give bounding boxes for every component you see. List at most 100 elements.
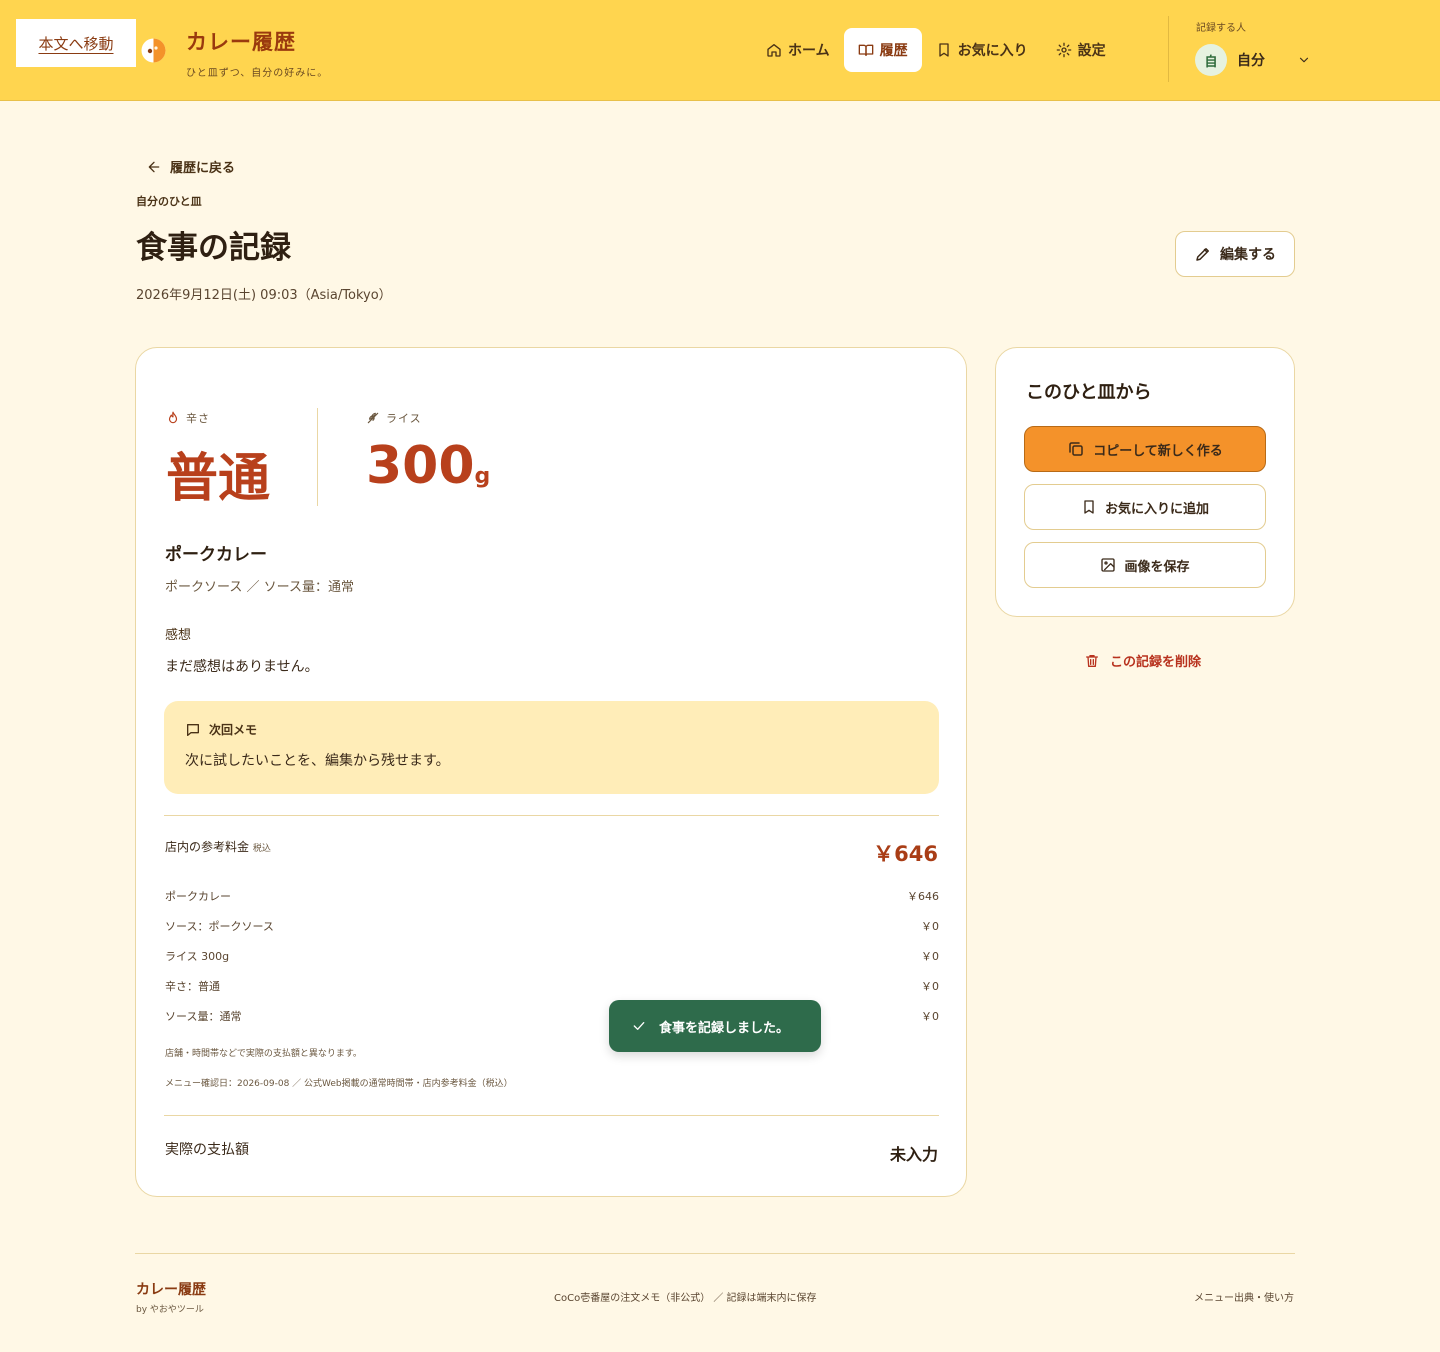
footer-divider (135, 1253, 1295, 1254)
curry-logo-icon (141, 38, 166, 63)
nav-item-history[interactable]: 履歴 (843, 28, 922, 72)
menu-name: ポークカレー (165, 545, 267, 565)
page-eyebrow: 自分のひと皿 (136, 195, 202, 208)
price-row: ライス 300g ￥0 (165, 948, 939, 964)
delete-record-label: この記録を削除 (1110, 655, 1202, 670)
next-memo-box: 次回メモ 次に試したいことを、編集から残せます。 (164, 701, 939, 794)
footer-by: by やおやツール (136, 1305, 204, 1315)
recorder-select[interactable]: 自 自分 (1195, 44, 1311, 76)
wheat-icon (367, 412, 379, 424)
delete-record-link[interactable]: この記録を削除 (1084, 651, 1201, 670)
tax-included-tag: 税込 (252, 844, 271, 854)
reference-price-label-text: 店内の参考料金 (165, 840, 250, 854)
nav-item-favorites[interactable]: お気に入り (922, 28, 1042, 72)
pencil-icon (1196, 248, 1209, 261)
footer-note: CoCo壱番屋の注文メモ（非公式） ／ 記録は端末内に保存 (554, 1293, 817, 1304)
nav-item-label: ホーム (788, 43, 830, 59)
price-row-price: ￥0 (921, 1010, 939, 1023)
image-save-icon (1101, 558, 1116, 572)
add-favorite-label: お気に入りに追加 (1104, 500, 1209, 516)
price-row-name: ポークカレー (165, 890, 231, 903)
spice-label-text: 辛さ (186, 412, 210, 425)
main-nav: ホーム 履歴 お気に入り 設定 (752, 28, 1120, 72)
menu-detail: ポークソース ／ ソース量：通常 (165, 580, 354, 595)
price-disclaimer: 店舗・時間帯などで実際の支払額と異なります。 (165, 1049, 362, 1059)
page-title: 食事の記録 (136, 230, 291, 266)
bookmark-icon (938, 43, 949, 57)
memo-label: 次回メモ (185, 721, 257, 738)
divider (164, 1115, 939, 1116)
record-card: 辛さ 普通 ライス 300g ポークカレー ポークソース ／ ソース量：通常 感… (135, 347, 967, 1197)
arrow-left-icon (148, 161, 160, 172)
memo-label-text: 次回メモ (209, 723, 258, 737)
avatar: 自 (1195, 44, 1227, 76)
gear-icon (1056, 42, 1071, 58)
chevron-down-icon (1299, 57, 1309, 63)
back-link-label: 履歴に戻る (170, 161, 236, 176)
price-row-price: ￥0 (921, 980, 939, 993)
price-row: 辛さ：普通 ￥0 (165, 978, 939, 994)
skip-to-content-link[interactable]: 本文へ移動 (16, 19, 136, 67)
rice-unit: g (474, 464, 491, 489)
memo-text: 次に試したいことを、編集から残せます。 (185, 753, 450, 769)
nav-item-label: 設定 (1077, 43, 1106, 59)
impression-label: 感想 (165, 628, 192, 643)
save-image-label: 画像を保存 (1124, 558, 1190, 574)
price-row: ソース：ポークソース ￥0 (165, 918, 939, 934)
copy-icon (1069, 442, 1083, 456)
header-divider (1168, 16, 1169, 82)
edit-button[interactable]: 編集する (1175, 231, 1295, 277)
book-icon (858, 44, 873, 56)
save-image-button[interactable]: 画像を保存 (1024, 542, 1266, 588)
menu-source-link[interactable]: メニュー出典・使い方 (1194, 1289, 1294, 1304)
divider (164, 815, 939, 816)
spice-value: 普通 (166, 449, 271, 509)
actions-title: このひと皿から (1026, 382, 1152, 403)
actual-paid-label: 実際の支払額 (165, 1142, 249, 1158)
app-header: 本文へ移動 カレー履歴 ひと皿ずつ、自分の好みに。 ホーム 履歴 お気に入り 設… (0, 0, 1440, 101)
nav-item-label: 履歴 (879, 43, 908, 59)
menu-verification-note: メニュー確認日：2026-09-08 ／ 公式Web掲載の通常時間帯・店内参考料… (165, 1079, 513, 1089)
reference-price-label: 店内の参考料金 税込 (165, 838, 271, 855)
record-datetime: 2026年9月12日(土) 09:03（Asia/Tokyo） (136, 288, 392, 303)
rice-label: ライス (366, 410, 422, 426)
chat-bubble-icon (187, 723, 199, 736)
brand-tagline: ひと皿ずつ、自分の好みに。 (186, 68, 329, 79)
recorder-label: 記録する人 (1196, 23, 1246, 34)
home-icon (767, 44, 781, 57)
price-row-price: ￥646 (907, 890, 939, 903)
reference-price-total: ￥646 (873, 842, 938, 866)
nav-item-home[interactable]: ホーム (752, 28, 844, 72)
impression-text: まだ感想はありません。 (165, 659, 319, 675)
nav-item-settings[interactable]: 設定 (1042, 28, 1120, 72)
stat-divider (317, 408, 318, 506)
flame-icon (168, 411, 178, 424)
rice-amount: 300 (366, 436, 475, 496)
price-row-name: 辛さ：普通 (165, 980, 220, 993)
copy-new-label: コピーして新しく作る (1093, 442, 1223, 458)
actual-paid-value: 未入力 (889, 1145, 938, 1164)
recorder-name: 自分 (1237, 53, 1265, 69)
back-to-history-link[interactable]: 履歴に戻る (146, 157, 235, 176)
success-toast: 食事を記録しました。 (609, 1000, 821, 1052)
toast-message: 食事を記録しました。 (659, 1020, 790, 1036)
price-row-name: ライス 300g (165, 950, 230, 963)
footer-brand: カレー履歴 (136, 1282, 206, 1298)
copy-new-button[interactable]: コピーして新しく作る (1024, 426, 1266, 472)
edit-button-label: 編集する (1220, 246, 1276, 262)
price-row-price: ￥0 (921, 920, 939, 933)
trash-icon (1086, 654, 1098, 667)
price-row-name: ソース量：通常 (165, 1010, 242, 1023)
price-row: ポークカレー ￥646 (165, 888, 939, 904)
price-row-name: ソース：ポークソース (165, 920, 274, 933)
brand-title[interactable]: カレー履歴 (186, 26, 296, 56)
add-favorite-button[interactable]: お気に入りに追加 (1024, 484, 1266, 530)
rice-value: 300g (366, 436, 490, 496)
price-row: ソース量：通常 ￥0 (165, 1008, 939, 1024)
price-row-price: ￥0 (921, 950, 939, 963)
spice-label: 辛さ (166, 410, 210, 426)
rice-label-text: ライス (386, 412, 422, 425)
check-icon (633, 1022, 645, 1030)
nav-item-label: お気に入り (957, 43, 1028, 59)
actions-card: このひと皿から コピーして新しく作る お気に入りに追加 画像を保存 (995, 347, 1295, 617)
